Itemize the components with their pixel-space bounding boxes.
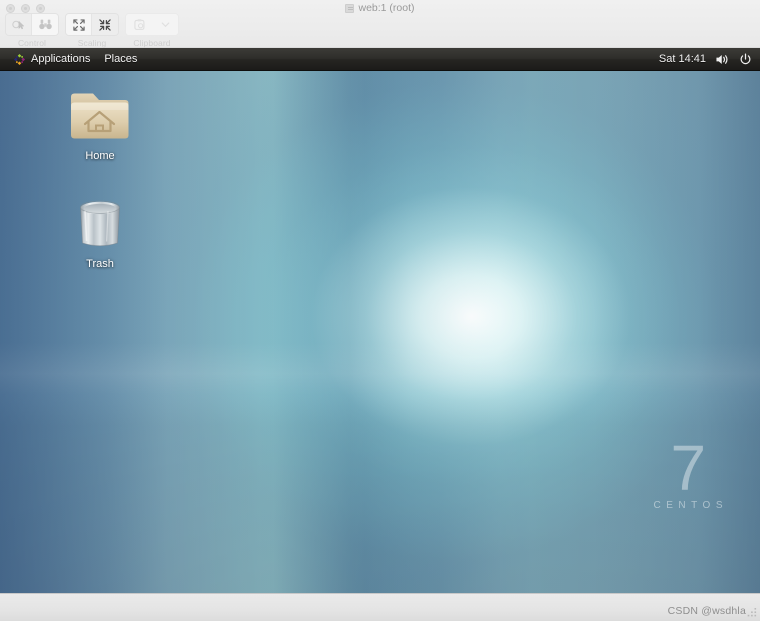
centos-distro-name: CENTOS [653, 500, 728, 511]
resize-grip-icon[interactable] [745, 606, 758, 619]
view-only-button[interactable] [32, 14, 58, 35]
places-menu[interactable]: Places [97, 50, 144, 68]
desktop-icon-label: Trash [86, 258, 114, 270]
power-icon[interactable] [739, 53, 752, 66]
centos-version-number: 7 [670, 432, 707, 505]
pointer-icon [12, 18, 25, 31]
centos-branding-watermark: 7 CENTOS [649, 432, 729, 511]
window-title-text: web:1 (root) [358, 2, 415, 14]
clipboard-icon [133, 18, 146, 31]
remote-desktop-viewport[interactable]: Applications Places Sat 14:41 7 CENTOS H… [0, 48, 760, 593]
applications-menu[interactable]: Applications [6, 50, 97, 69]
pointer-control-button[interactable] [6, 14, 32, 35]
centos-pinwheel-icon [13, 53, 26, 66]
control-button-group [5, 13, 59, 36]
desktop-icon-trash[interactable]: Trash [54, 187, 146, 273]
expand-arrows-icon [72, 18, 86, 32]
toolbar-group-scaling: Scaling [65, 13, 119, 48]
binoculars-icon [38, 18, 52, 31]
source-watermark: CSDN @wsdhla [667, 605, 746, 617]
panel-clock[interactable]: Sat 14:41 [659, 53, 706, 65]
scaling-button-group [65, 13, 119, 36]
desktop-icon-label: Home [85, 150, 115, 162]
vnc-window-icon [345, 3, 355, 13]
desktop-icon-grid: Home Trash [54, 79, 146, 295]
toolbar-group-label: Scaling [77, 38, 107, 48]
toolbar-group-label: Clipboard [133, 38, 171, 48]
toolbar-group-label: Control [17, 38, 47, 48]
places-menu-label: Places [104, 53, 138, 65]
toolbar-group-control: Control [5, 13, 59, 48]
panel-left-section: Applications Places [0, 50, 144, 69]
volume-icon[interactable] [715, 53, 730, 66]
home-folder-icon [56, 83, 144, 145]
gnome-top-panel: Applications Places Sat 14:41 [0, 48, 760, 71]
desktop-icon-home[interactable]: Home [54, 79, 146, 165]
panel-right-section: Sat 14:41 [659, 53, 760, 66]
desktop-wallpaper: 7 CENTOS Home Trash [0, 71, 760, 593]
toolbar-group-clipboard: Clipboard [125, 13, 179, 48]
window-status-bar: CSDN @wsdhla [0, 593, 760, 621]
scale-to-fit-button[interactable] [66, 14, 92, 35]
clipboard-menu-button[interactable] [152, 14, 178, 35]
trash-bin-icon [56, 191, 144, 253]
vnc-client-window: web:1 (root) Control Scaling Clipboard A… [0, 0, 760, 621]
applications-menu-label: Applications [31, 53, 91, 65]
vnc-toolbar: Control Scaling Clipboard [5, 13, 179, 48]
chevron-down-icon [161, 20, 170, 29]
clipboard-button[interactable] [126, 14, 152, 35]
scale-actual-button[interactable] [92, 14, 118, 35]
clipboard-button-group [125, 13, 179, 36]
window-titlebar: web:1 (root) Control Scaling Clipboard [0, 0, 760, 48]
collapse-arrows-icon [98, 18, 112, 32]
